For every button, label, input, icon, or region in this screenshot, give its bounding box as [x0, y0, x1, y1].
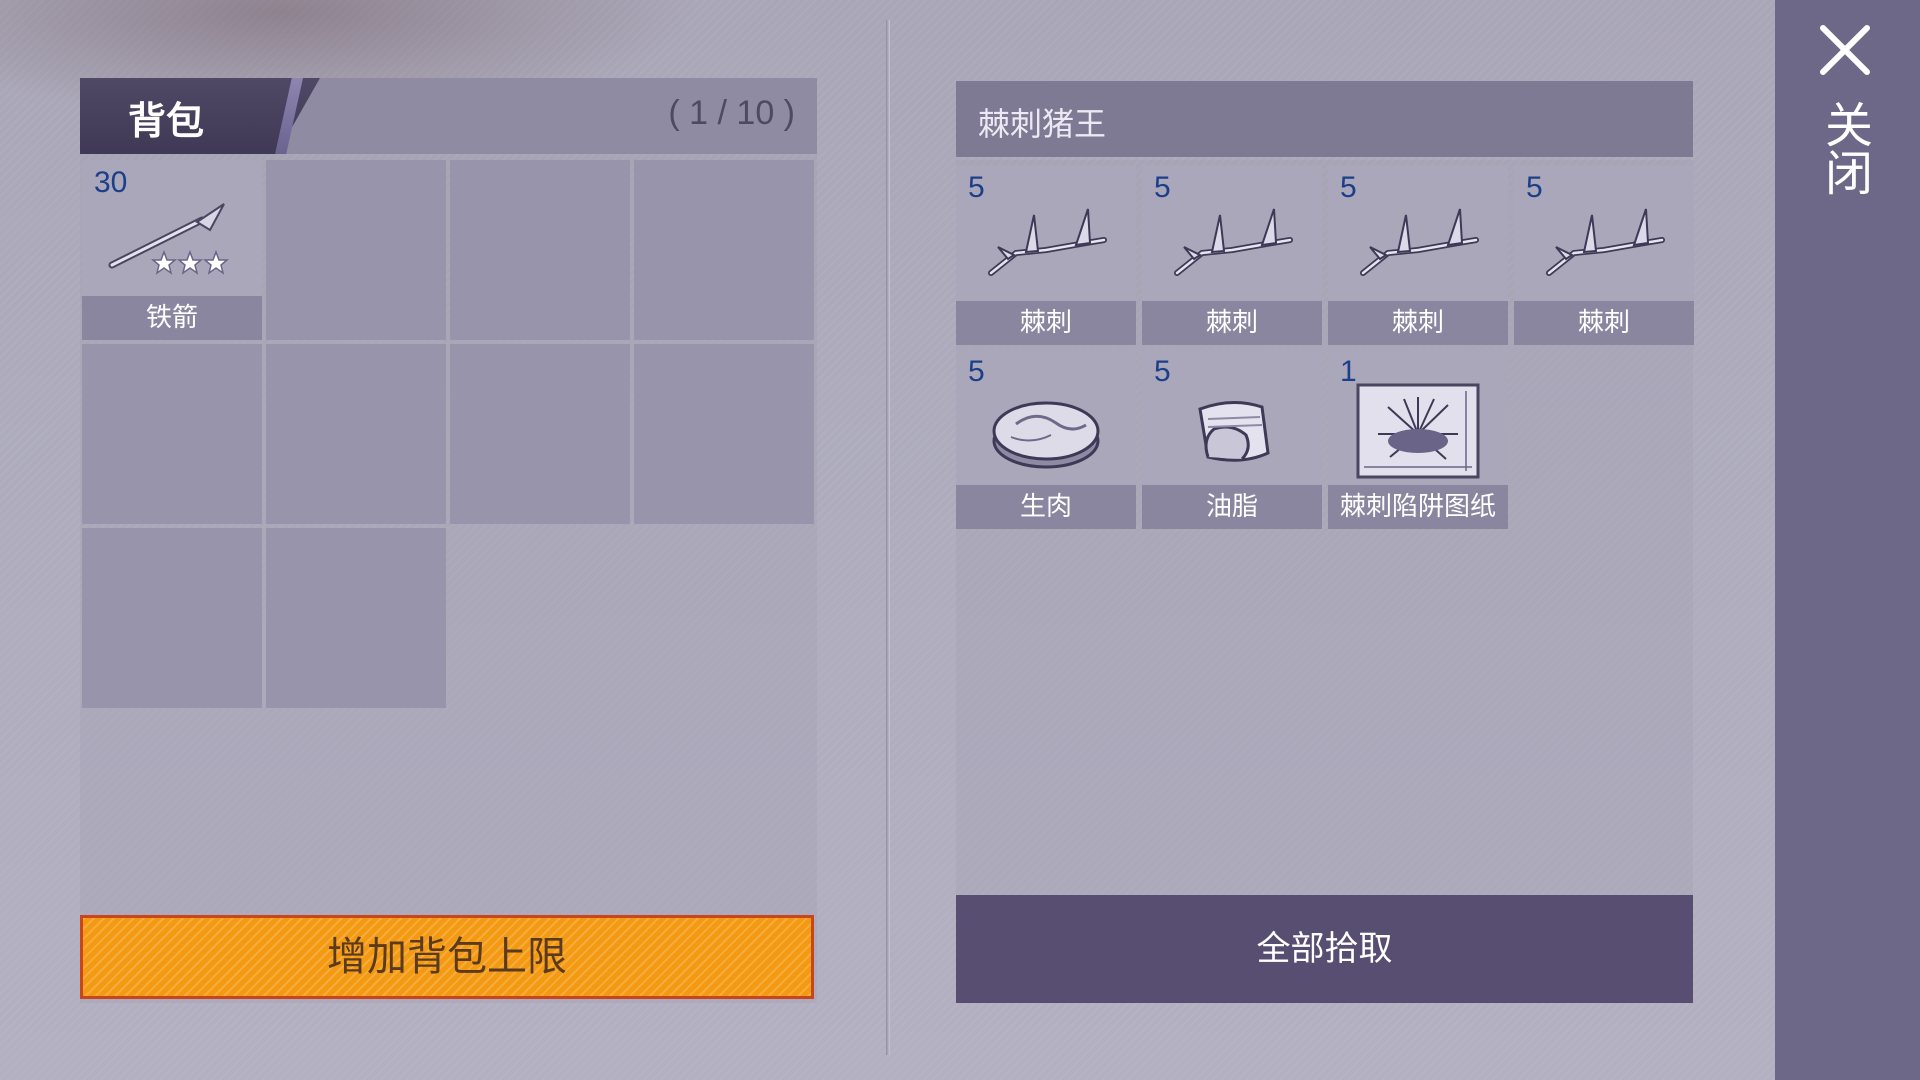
- thorn-icon: [988, 208, 1107, 276]
- backpack-slot-empty[interactable]: [82, 528, 262, 708]
- iron-arrow-icon: [108, 203, 230, 275]
- loot-item-thorn[interactable]: 5 棘刺: [956, 165, 1136, 345]
- backpack-slot-empty[interactable]: [450, 160, 630, 340]
- item-name: 生肉: [956, 485, 1136, 529]
- blueprint-icon: [1356, 383, 1480, 479]
- close-sidebar[interactable]: 关闭: [1775, 0, 1920, 1080]
- loot-item-thorn[interactable]: 5 棘刺: [1142, 165, 1322, 345]
- backpack-title: 背包: [128, 99, 205, 143]
- item-name: 棘刺: [1514, 301, 1694, 345]
- star-rating-icon: [150, 249, 230, 275]
- backpack-panel: 背包 ( 1 / 10 ) 30 铁箭: [80, 78, 817, 1003]
- loot-source-title: 棘刺猪王: [978, 105, 1107, 143]
- item-name: 棘刺陷阱图纸: [1328, 485, 1508, 529]
- pickup-all-button[interactable]: 全部拾取: [956, 895, 1693, 1003]
- backpack-slot-empty[interactable]: [266, 528, 446, 708]
- backpack-capacity: ( 1 / 10 ): [668, 94, 795, 132]
- grease-icon: [1198, 400, 1270, 462]
- increase-capacity-button[interactable]: 增加背包上限: [80, 915, 814, 999]
- item-name: 铁箭: [82, 296, 262, 340]
- backpack-header: 背包 ( 1 / 10 ): [80, 78, 817, 154]
- thorn-icon: [1546, 208, 1665, 276]
- loot-item-trap-blueprint[interactable]: 1 棘刺陷阱图纸: [1328, 349, 1508, 529]
- thorn-icon: [1174, 208, 1293, 276]
- backpack-slot-empty[interactable]: [82, 344, 262, 524]
- backpack-slot-iron-arrow[interactable]: 30 铁箭: [82, 160, 262, 340]
- backpack-slot-empty[interactable]: [450, 344, 630, 524]
- loot-item-thorn[interactable]: 5 棘刺: [1328, 165, 1508, 345]
- item-name: 棘刺: [1142, 301, 1322, 345]
- thorn-icon: [1360, 208, 1479, 276]
- close-icon[interactable]: [1817, 22, 1873, 78]
- close-label[interactable]: 关闭: [1816, 100, 1872, 196]
- loot-item-raw-meat[interactable]: 5 生肉: [956, 349, 1136, 529]
- backpack-slot-empty[interactable]: [634, 344, 814, 524]
- backpack-slot-empty[interactable]: [634, 160, 814, 340]
- item-name: 棘刺: [956, 301, 1136, 345]
- raw-meat-icon: [992, 401, 1100, 469]
- backpack-slot-empty[interactable]: [266, 160, 446, 340]
- backpack-slot-empty[interactable]: [266, 344, 446, 524]
- loot-item-grease[interactable]: 5 油脂: [1142, 349, 1322, 529]
- item-name: 棘刺: [1328, 301, 1508, 345]
- panel-divider: [886, 20, 890, 1055]
- item-name: 油脂: [1142, 485, 1322, 529]
- loot-item-thorn[interactable]: 5 棘刺: [1514, 165, 1694, 345]
- loot-header: 棘刺猪王: [956, 81, 1693, 157]
